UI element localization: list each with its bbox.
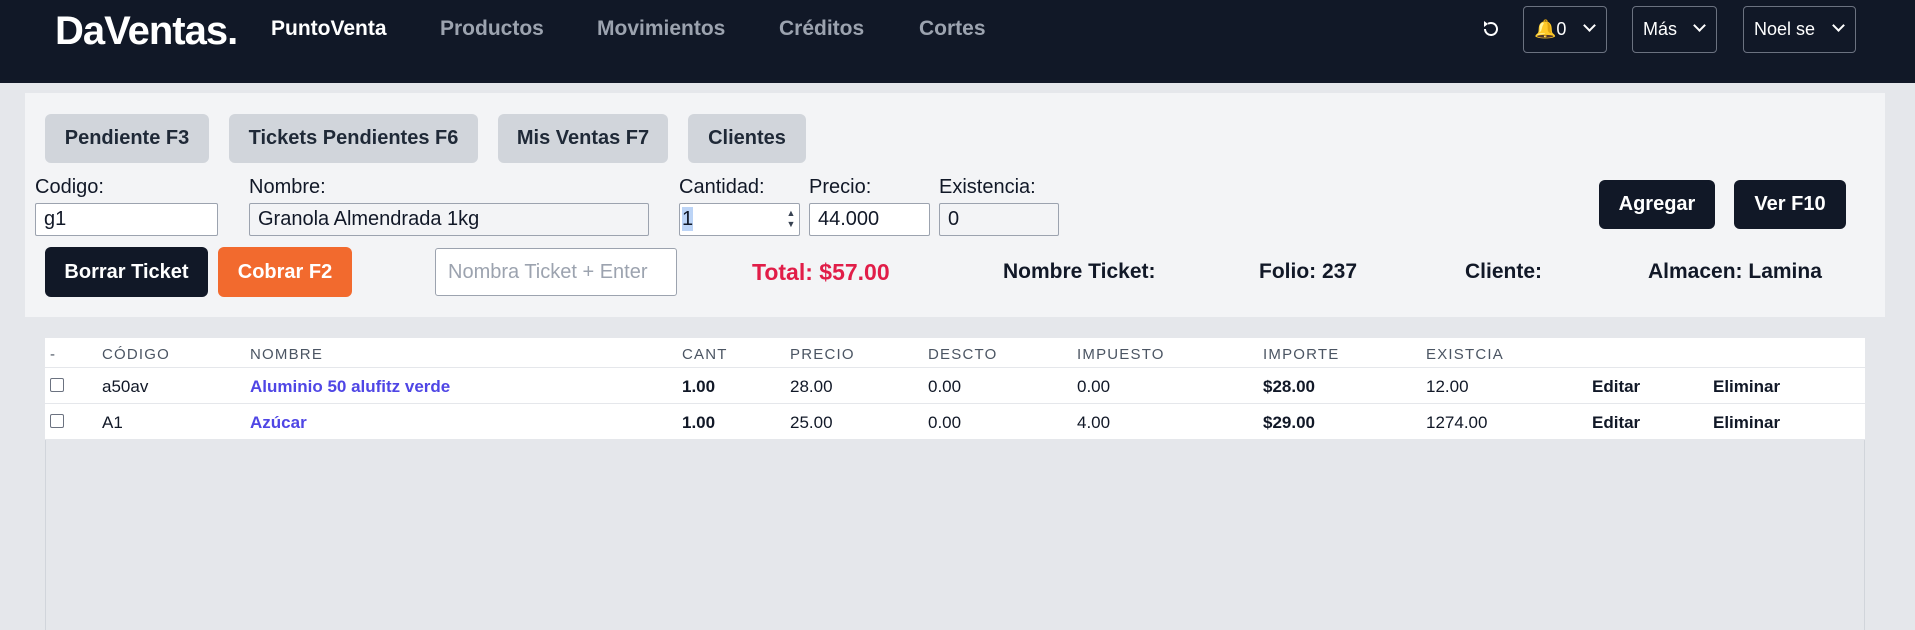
existencia-label: Existencia: <box>939 176 1036 198</box>
top-navbar: DaVentas. PuntoVenta Productos Movimient… <box>0 0 1915 83</box>
eliminar-button[interactable]: Eliminar <box>1713 377 1780 397</box>
notifications-label: 🔔0 <box>1534 19 1567 39</box>
nav-puntoventa[interactable]: PuntoVenta <box>271 17 387 41</box>
precio-label: Precio: <box>809 176 872 198</box>
chevron-down-icon <box>1832 19 1845 32</box>
nav-movimientos[interactable]: Movimientos <box>597 17 725 41</box>
almacen-label: Almacen: Lamina <box>1648 260 1822 283</box>
header-select: - <box>50 346 57 363</box>
header-existcia: Existcia <box>1426 346 1504 363</box>
cell-existcia: 1274.00 <box>1426 413 1488 432</box>
notifications-dropdown[interactable]: 🔔0 <box>1523 6 1607 53</box>
table-row: a50av Aluminio 50 alufitz verde 1.00 28.… <box>45 368 1865 404</box>
row-checkbox[interactable] <box>50 414 64 428</box>
ver-button[interactable]: Ver F10 <box>1734 180 1846 229</box>
table-header: - Código Nombre Cant Precio Descto Impue… <box>45 338 1865 368</box>
mas-dropdown[interactable]: Más <box>1632 6 1717 53</box>
header-precio: Precio <box>790 346 855 363</box>
cell-descto: 0.00 <box>928 413 962 432</box>
header-cant: Cant <box>682 346 728 363</box>
precio-input[interactable]: 44.000 <box>809 203 930 236</box>
codigo-input[interactable]: g1 <box>35 203 218 236</box>
ticket-name-input[interactable] <box>435 248 677 296</box>
chevron-down-icon <box>1583 19 1596 32</box>
total-amount: Total: $57.00 <box>752 259 890 285</box>
mas-label: Más <box>1643 19 1678 39</box>
cobrar-button[interactable]: Cobrar F2 <box>218 247 352 297</box>
cliente-label: Cliente: <box>1465 260 1543 283</box>
cell-impuesto: 0.00 <box>1077 377 1111 396</box>
nav-productos[interactable]: Productos <box>440 17 544 41</box>
table-row: A1 Azúcar 1.00 25.00 0.00 4.00 $29.00 12… <box>45 404 1865 440</box>
nombre-label: Nombre: <box>249 176 326 198</box>
cell-descto: 0.00 <box>928 377 962 396</box>
tab-mis-ventas[interactable]: Mis Ventas F7 <box>498 114 668 163</box>
codigo-label: Codigo: <box>35 176 104 198</box>
header-nombre: Nombre <box>250 346 324 363</box>
cantidad-value: 1 <box>682 207 694 231</box>
tab-pendiente[interactable]: Pendiente F3 <box>45 114 209 163</box>
row-checkbox[interactable] <box>50 378 64 392</box>
user-label: Noel se <box>1754 19 1816 39</box>
cell-impuesto: 4.00 <box>1077 413 1111 432</box>
cell-cant: 1.00 <box>682 377 716 396</box>
nav-creditos[interactable]: Créditos <box>779 17 864 41</box>
cell-nombre-link[interactable]: Azúcar <box>250 413 307 433</box>
cantidad-label: Cantidad: <box>679 176 765 198</box>
cell-nombre-link[interactable]: Aluminio 50 alufitz verde <box>250 377 450 397</box>
header-importe: Importe <box>1263 346 1340 363</box>
tab-tickets-pendientes[interactable]: Tickets Pendientes F6 <box>229 114 478 163</box>
cell-importe: $29.00 <box>1263 413 1315 432</box>
cell-codigo: A1 <box>102 413 123 432</box>
existencia-input[interactable]: 0 <box>939 203 1059 236</box>
user-dropdown[interactable]: Noel se <box>1743 6 1856 53</box>
eliminar-button[interactable]: Eliminar <box>1713 413 1780 433</box>
cell-existcia: 12.00 <box>1426 377 1469 396</box>
cell-precio: 28.00 <box>790 377 833 396</box>
brand-logo[interactable]: DaVentas. <box>55 9 238 54</box>
header-descto: Descto <box>928 346 998 363</box>
cell-codigo: a50av <box>102 377 149 396</box>
header-impuesto: Impuesto <box>1077 346 1165 363</box>
cantidad-input[interactable]: 1 ▲ ▼ <box>679 203 800 236</box>
refresh-icon[interactable] <box>1479 14 1503 44</box>
nombre-ticket-label: Nombre Ticket: <box>1003 260 1156 283</box>
folio-label: Folio: 237 <box>1259 260 1358 283</box>
borrar-ticket-button[interactable]: Borrar Ticket <box>45 247 208 297</box>
nav-cortes[interactable]: Cortes <box>919 17 986 41</box>
agregar-button[interactable]: Agregar <box>1599 180 1715 229</box>
stepper-icon[interactable]: ▲ ▼ <box>786 208 796 230</box>
editar-button[interactable]: Editar <box>1592 377 1640 397</box>
editar-button[interactable]: Editar <box>1592 413 1640 433</box>
cell-precio: 25.00 <box>790 413 833 432</box>
chevron-down-icon <box>1693 19 1706 32</box>
cell-cant: 1.00 <box>682 413 716 432</box>
nombre-input[interactable]: Granola Almendrada 1kg <box>249 203 649 236</box>
header-codigo: Código <box>102 346 171 363</box>
tab-clientes[interactable]: Clientes <box>688 114 806 163</box>
cell-importe: $28.00 <box>1263 377 1315 396</box>
